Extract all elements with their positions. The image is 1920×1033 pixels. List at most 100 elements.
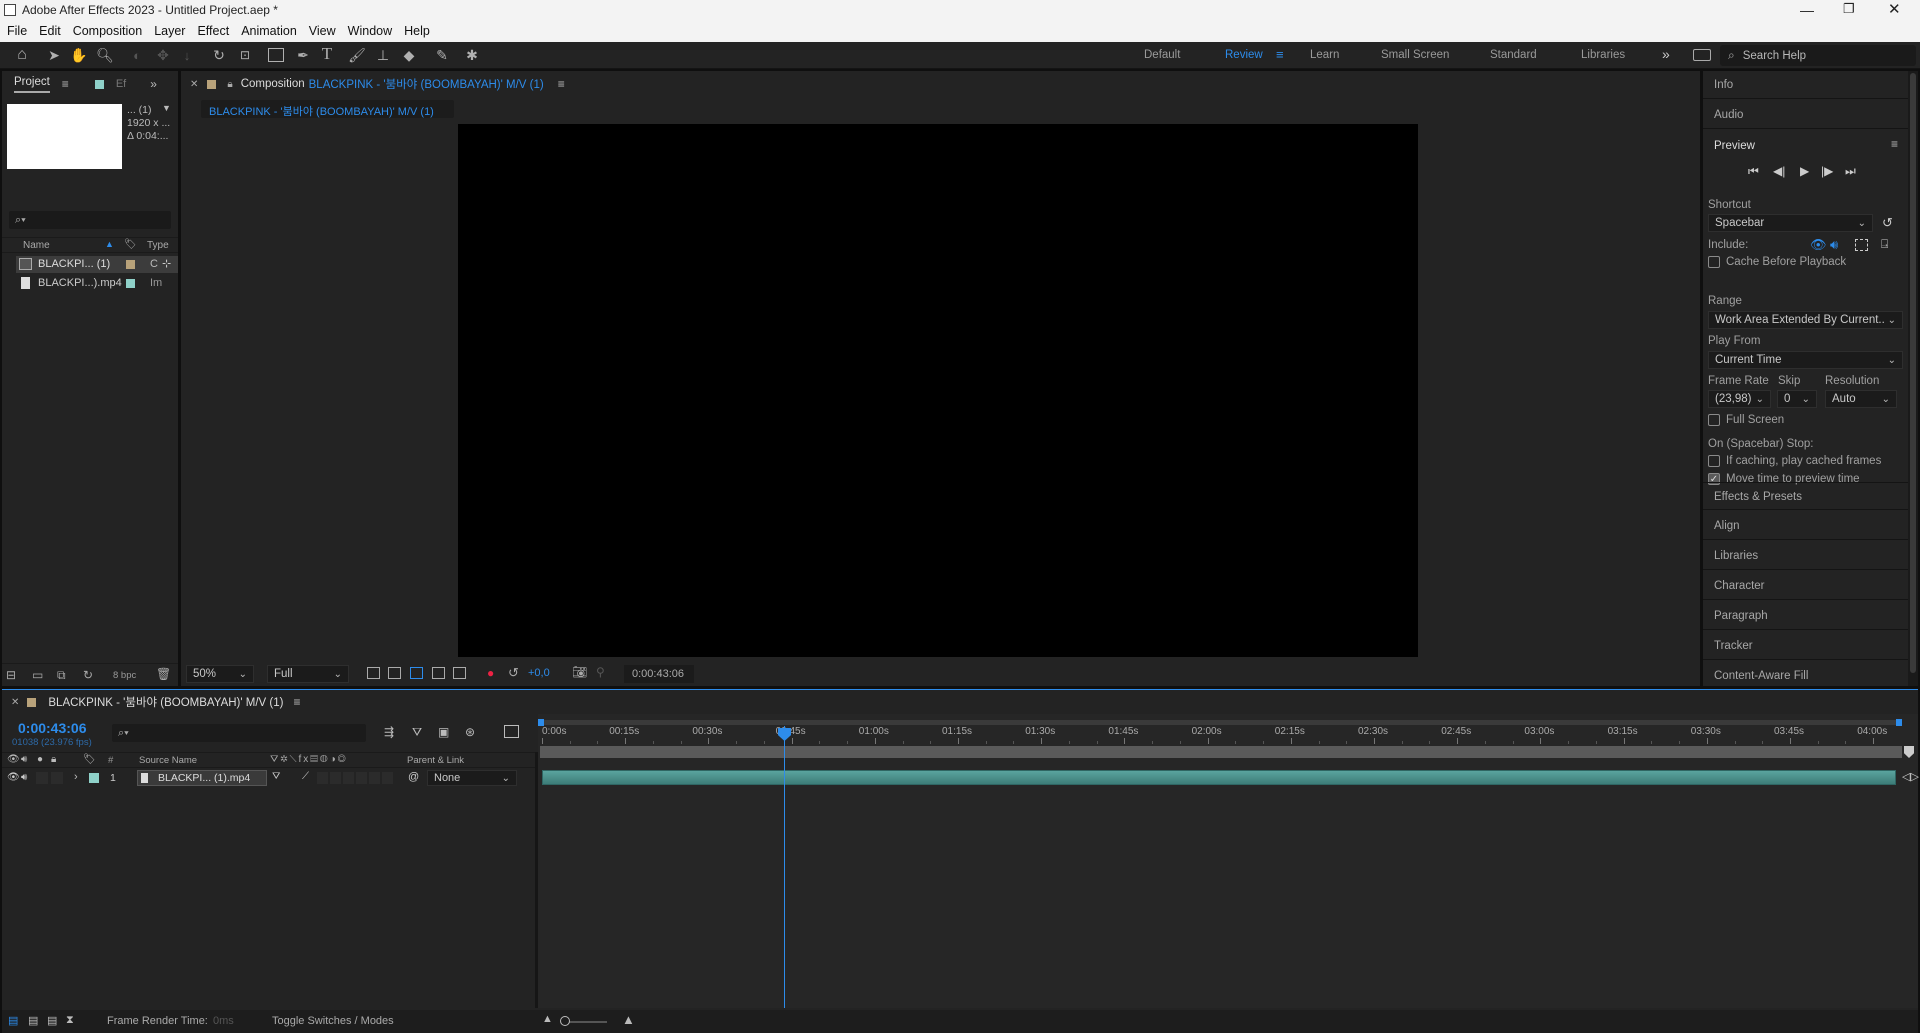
- layer-out-marker-icon[interactable]: ◁▷: [1902, 770, 1919, 783]
- composition-tab-name[interactable]: BLACKPINK - '붐바야 (BOOMBAYAH)' M/V (1): [309, 76, 544, 92]
- rotate-tool-icon[interactable]: ↻: [210, 46, 228, 64]
- video-visibility-icon[interactable]: 👁︎: [7, 772, 20, 783]
- layer-row[interactable]: 👁︎ 🔊︎ › 1 BLACKPI... (1).mp4 ⛛ ⟋ @ None ⌄: [2, 770, 535, 787]
- tab-effects[interactable]: Ef: [116, 78, 126, 90]
- close-icon[interactable]: ✕: [1888, 0, 1901, 18]
- tab-project[interactable]: Project: [14, 76, 50, 93]
- next-frame-icon[interactable]: |▶: [1821, 164, 1833, 178]
- shortcut-dropdown[interactable]: Spacebar ⌄: [1708, 214, 1873, 232]
- new-composition-icon[interactable]: ⧉: [57, 668, 66, 683]
- clone-stamp-icon[interactable]: ⊥: [374, 46, 392, 64]
- search-help-field[interactable]: ⌕ Search Help: [1720, 45, 1916, 66]
- paragraph-panel-header[interactable]: Paragraph: [1703, 602, 1908, 630]
- scrollbar-thumb[interactable]: [1910, 73, 1916, 673]
- workspace-review[interactable]: Review: [1225, 49, 1263, 61]
- collapse-transform-switch-icon[interactable]: ⛛: [272, 771, 280, 782]
- viewer-timecode[interactable]: 0:00:43:06: [624, 665, 694, 683]
- current-time-display[interactable]: 0:00:43:06: [18, 720, 87, 736]
- show-snapshot-icon[interactable]: ⚲: [596, 665, 605, 679]
- if-caching-row[interactable]: If caching, play cached frames: [1708, 455, 1881, 467]
- layer-label-swatch[interactable]: [89, 773, 99, 783]
- thumb-dropdown-icon[interactable]: ▼: [162, 103, 171, 113]
- pan-tool-icon[interactable]: ✥: [154, 46, 172, 64]
- close-tab-icon[interactable]: ✕: [11, 697, 19, 708]
- render-time-icon[interactable]: ⧗: [66, 1014, 74, 1027]
- audio-icon[interactable]: 🔊︎: [21, 754, 27, 765]
- composition-canvas[interactable]: [458, 124, 1418, 657]
- composition-menu-icon[interactable]: ≡: [558, 77, 565, 91]
- composition-tab-prefix[interactable]: Composition: [241, 78, 305, 90]
- switch-cells[interactable]: [317, 772, 395, 784]
- character-panel-header[interactable]: Character: [1703, 572, 1908, 600]
- column-name[interactable]: Name: [23, 240, 50, 251]
- frame-rate-dropdown[interactable]: (23,98) ⌄: [1708, 390, 1771, 408]
- play-from-dropdown[interactable]: Current Time ⌄: [1708, 351, 1903, 369]
- project-item-row[interactable]: BLACKPI... (1) C ⊹: [16, 256, 178, 273]
- column-source-name[interactable]: Source Name: [139, 755, 197, 766]
- type-tool-icon[interactable]: T: [318, 44, 336, 63]
- preview-menu-icon[interactable]: ≡: [1891, 137, 1898, 151]
- column-type[interactable]: Type: [147, 240, 169, 251]
- expand-layer-icon[interactable]: ›: [74, 771, 78, 783]
- lock-column-icon[interactable]: 🔒︎: [51, 754, 56, 765]
- project-search-input[interactable]: ⌕▾: [9, 211, 171, 229]
- export-preview-icon[interactable]: ⍈: [1881, 237, 1888, 252]
- toggle-switches-modes[interactable]: Toggle Switches / Modes: [272, 1015, 394, 1027]
- home-icon[interactable]: ⌂: [12, 46, 32, 64]
- workspace-overflow-icon[interactable]: »: [1662, 46, 1670, 62]
- playhead-line[interactable]: [784, 726, 785, 1008]
- include-audio-icon[interactable]: 🔊︎: [1830, 237, 1838, 253]
- timeline-tab-name[interactable]: BLACKPINK - '붐바야 (BOOMBAYAH)' M/V (1): [48, 694, 283, 710]
- time-navigator[interactable]: [540, 746, 1902, 758]
- panel-overflow-icon[interactable]: »: [150, 77, 157, 91]
- cache-before-checkbox[interactable]: [1708, 256, 1720, 268]
- anchor-tool-icon[interactable]: ⊡: [236, 46, 254, 64]
- column-parent-link[interactable]: Parent & Link: [407, 755, 464, 766]
- workspace-small-screen[interactable]: Small Screen: [1381, 49, 1449, 61]
- adjust-project-icon[interactable]: ↻: [83, 668, 93, 682]
- menu-composition[interactable]: Composition: [73, 24, 142, 38]
- libraries-panel-header[interactable]: Libraries: [1703, 542, 1908, 570]
- grid-guides-icon[interactable]: [453, 667, 466, 679]
- menu-animation[interactable]: Animation: [241, 24, 297, 38]
- solo-toggle[interactable]: [36, 772, 48, 784]
- lock-icon[interactable]: 🔒︎: [227, 79, 232, 90]
- zoom-tool-icon[interactable]: 🔍︎: [96, 46, 114, 64]
- brush-tool-icon[interactable]: 🖌︎: [348, 46, 366, 64]
- transparency-grid-icon[interactable]: [388, 667, 401, 679]
- rectangle-tool-icon[interactable]: [268, 48, 284, 62]
- zoom-in-icon[interactable]: ▲: [622, 1012, 635, 1027]
- flowchart-icon[interactable]: ⊹: [162, 257, 171, 270]
- tracker-panel-header[interactable]: Tracker: [1703, 632, 1908, 660]
- layer-clip-bar[interactable]: [542, 770, 1896, 785]
- bit-depth-label[interactable]: 8 bpc: [113, 670, 136, 681]
- fast-previews-icon[interactable]: [367, 667, 380, 679]
- orbit-tool-icon[interactable]: ◐: [128, 46, 146, 64]
- puppet-tool-icon[interactable]: ✱: [462, 46, 482, 64]
- pick-whip-icon[interactable]: @: [408, 771, 419, 783]
- range-dropdown[interactable]: Work Area Extended By Current... ⌄: [1708, 311, 1903, 329]
- zoom-out-icon[interactable]: ▲: [542, 1013, 553, 1025]
- trash-icon[interactable]: 🗑︎: [156, 667, 171, 681]
- selection-tool-icon[interactable]: ➤: [46, 46, 62, 64]
- menu-window[interactable]: Window: [348, 24, 392, 38]
- work-area-bar[interactable]: [538, 719, 1902, 726]
- menu-help[interactable]: Help: [404, 24, 430, 38]
- content-aware-fill-panel-header[interactable]: Content-Aware Fill: [1703, 662, 1908, 686]
- reset-shortcut-icon[interactable]: ↺: [1882, 215, 1893, 231]
- region-of-interest-icon[interactable]: [432, 667, 445, 679]
- time-ruler[interactable]: 0:00s00:15s00:30s00:45s01:00s01:15s01:30…: [538, 726, 1902, 744]
- graph-editor-icon[interactable]: [504, 725, 519, 738]
- hide-shy-layers-icon[interactable]: ▣: [438, 725, 449, 739]
- play-icon[interactable]: ▶: [1800, 164, 1809, 178]
- roto-brush-icon[interactable]: ✎: [432, 46, 452, 64]
- last-frame-icon[interactable]: ⏭: [1845, 164, 1856, 179]
- minimize-icon[interactable]: —: [1800, 2, 1814, 18]
- transfer-controls-icon[interactable]: ▤: [28, 1014, 38, 1027]
- cache-before-playback-row[interactable]: Cache Before Playback: [1708, 256, 1846, 268]
- resolution-dropdown[interactable]: Full ⌄: [267, 665, 349, 683]
- full-screen-checkbox[interactable]: [1708, 414, 1720, 426]
- timeline-zoom-thumb[interactable]: [560, 1016, 570, 1026]
- project-item-row[interactable]: BLACKPI...).mp4 Im: [16, 275, 178, 292]
- pen-tool-icon[interactable]: ✒: [294, 46, 312, 64]
